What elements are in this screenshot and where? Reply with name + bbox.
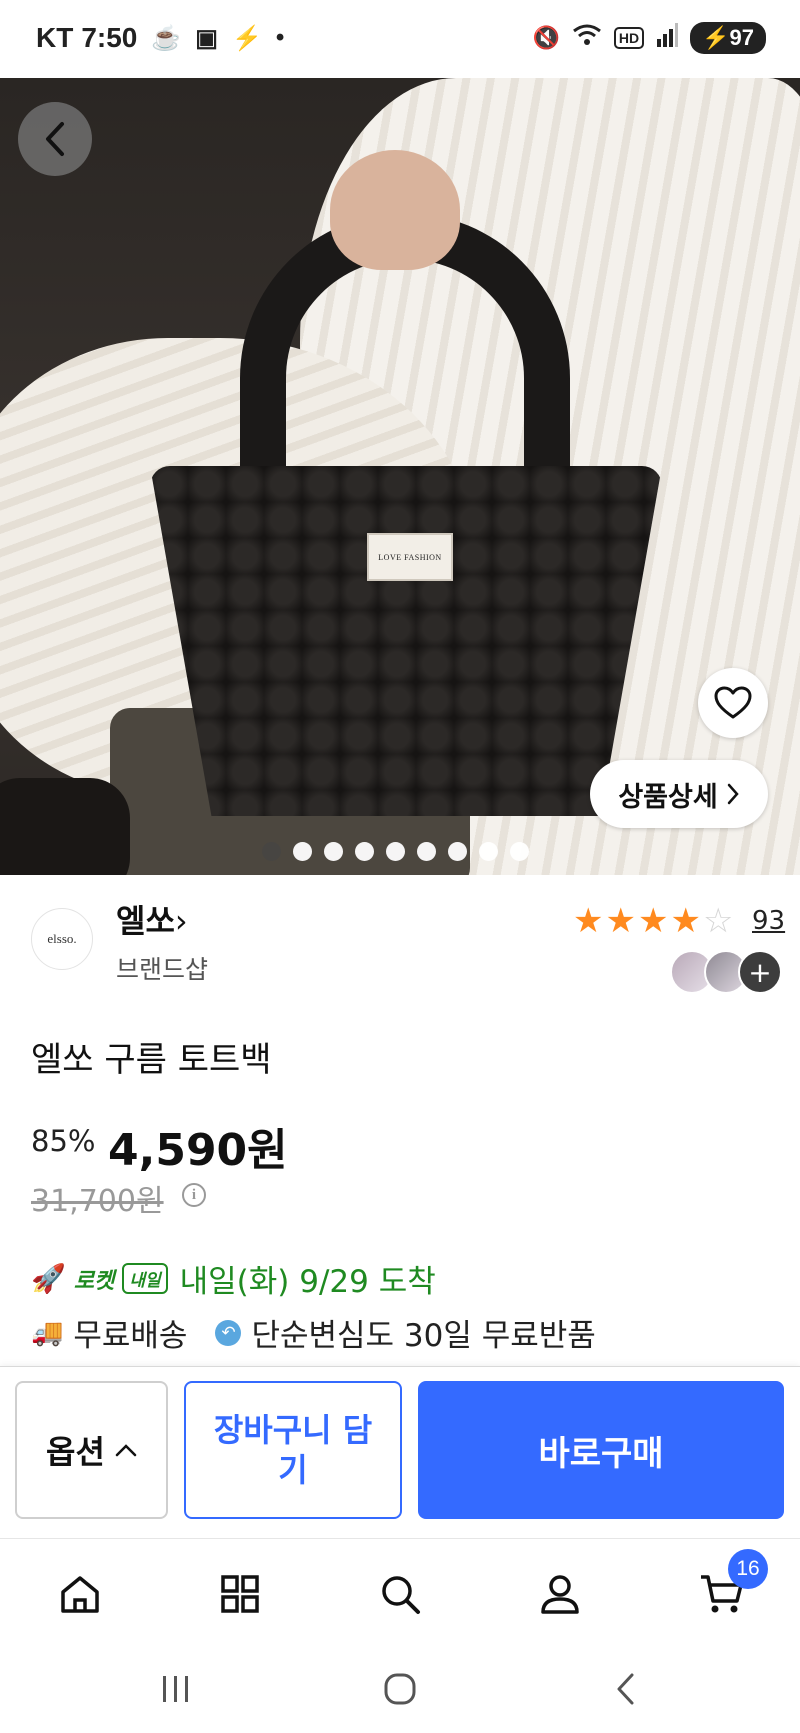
mute-icon: 🔇 <box>532 25 560 50</box>
screenshot-icon: ▣ <box>195 24 218 52</box>
carousel-dot <box>417 842 436 861</box>
star-full-icon: ★ <box>605 901 636 941</box>
tote-bag-image <box>150 466 662 816</box>
star-full-icon: ★ <box>670 901 701 941</box>
carousel-dot <box>324 842 343 861</box>
star-full-icon: ★ <box>637 901 669 941</box>
profile-icon <box>541 1575 579 1614</box>
coffee-icon: ☕ <box>151 24 182 52</box>
add-to-cart-button[interactable]: 장바구니 담기 <box>184 1381 402 1519</box>
carousel-dot <box>355 842 374 861</box>
favorite-button[interactable] <box>698 668 768 738</box>
status-bar: KT 7:50 ☕ ▣ ⚡ • 🔇 HD ⚡97 <box>0 0 800 78</box>
sale-price: 4,590원 <box>108 1125 288 1176</box>
discount-rate: 85% <box>31 1124 96 1158</box>
model-hand <box>330 150 460 270</box>
recent-apps-icon <box>163 1676 188 1702</box>
rocket-icon: 🚀 <box>31 1262 66 1295</box>
signal-icon <box>656 23 679 53</box>
home-button[interactable] <box>377 1666 423 1712</box>
chevron-left-icon <box>46 122 64 156</box>
info-icon[interactable]: i <box>182 1183 206 1207</box>
shipping-info-row: 🚚 무료배송 ↶ 단순변심도 30일 무료반품 <box>31 1310 596 1355</box>
chevron-right-icon <box>727 783 739 805</box>
carousel-dot <box>262 842 281 861</box>
return-policy-label: 단순변심도 30일 무료반품 <box>251 1318 596 1354</box>
carrier-label: KT <box>36 22 74 53</box>
chevron-up-icon <box>115 1444 137 1457</box>
product-image-carousel[interactable]: LOVE FASHION <box>0 78 800 875</box>
review-count-link[interactable]: 93 <box>752 906 785 936</box>
more-dot-icon: • <box>275 24 285 51</box>
chevron-right-icon: › <box>174 902 188 940</box>
wifi-icon <box>572 23 602 53</box>
rating-stars[interactable]: ★ ★ ★ ★ ☆ <box>573 904 733 938</box>
rocket-badge: 내일 <box>122 1263 168 1294</box>
battery-indicator: ⚡97 <box>690 22 766 54</box>
product-detail-button[interactable]: 상품상세 <box>590 760 768 828</box>
star-full-icon: ★ <box>573 901 604 941</box>
bag-brand-label: LOVE FASHION <box>367 533 453 581</box>
back-system-button[interactable] <box>603 1666 649 1712</box>
brand-type: 브랜드샵 <box>116 955 209 984</box>
brand-name-link[interactable]: 엘쏘› <box>116 896 188 942</box>
running-icon: ⚡ <box>231 24 262 52</box>
carousel-dot <box>293 842 312 861</box>
category-icon <box>221 1575 259 1613</box>
rocket-delivery-row: 🚀 로켓 내일 내일(화) 9/29 도착 <box>31 1256 436 1301</box>
product-title: 엘쏘 구름 토트백 <box>31 1040 272 1080</box>
back-button[interactable] <box>18 102 92 176</box>
cart-count-badge: 16 <box>728 1549 768 1589</box>
nav-search[interactable] <box>375 1569 425 1619</box>
product-detail-label: 상품상세 <box>618 781 718 813</box>
home-icon <box>61 1576 99 1613</box>
carousel-dot <box>510 842 529 861</box>
plus-icon[interactable]: + <box>738 950 782 994</box>
carousel-dot <box>479 842 498 861</box>
star-empty-icon: ☆ <box>702 901 734 941</box>
buy-now-button[interactable]: 바로구매 <box>418 1381 784 1519</box>
nav-home[interactable] <box>55 1569 105 1619</box>
return-icon: ↶ <box>215 1319 242 1346</box>
carousel-dot <box>386 842 405 861</box>
rocket-label: 로켓 <box>73 1268 115 1294</box>
carousel-indicator <box>262 842 529 861</box>
background-leg <box>0 778 130 875</box>
arrival-date: 내일(화) 9/29 도착 <box>179 1264 436 1300</box>
back-arrow-icon <box>617 1673 634 1705</box>
purchase-action-bar: 옵션 장바구니 담기 바로구매 <box>0 1366 800 1538</box>
original-price: 31,700원 <box>31 1184 164 1219</box>
home-circle-icon <box>384 1673 416 1705</box>
nav-category[interactable] <box>215 1569 265 1619</box>
free-shipping-label: 무료배송 <box>73 1318 188 1354</box>
hd-icon: HD <box>613 27 645 49</box>
system-navigation-bar <box>0 1640 800 1733</box>
brand-logo[interactable]: elsso. <box>31 908 93 970</box>
bottom-navigation: 16 <box>0 1538 800 1640</box>
carousel-dot <box>448 842 467 861</box>
option-button[interactable]: 옵션 <box>15 1381 168 1519</box>
truck-icon: 🚚 <box>31 1317 64 1348</box>
clock: 7:50 <box>81 22 138 53</box>
nav-my-page[interactable] <box>535 1569 585 1619</box>
review-photo-thumbnails[interactable]: + <box>670 950 782 994</box>
recent-apps-button[interactable] <box>153 1666 199 1712</box>
heart-icon <box>714 686 752 719</box>
search-icon <box>382 1576 420 1614</box>
